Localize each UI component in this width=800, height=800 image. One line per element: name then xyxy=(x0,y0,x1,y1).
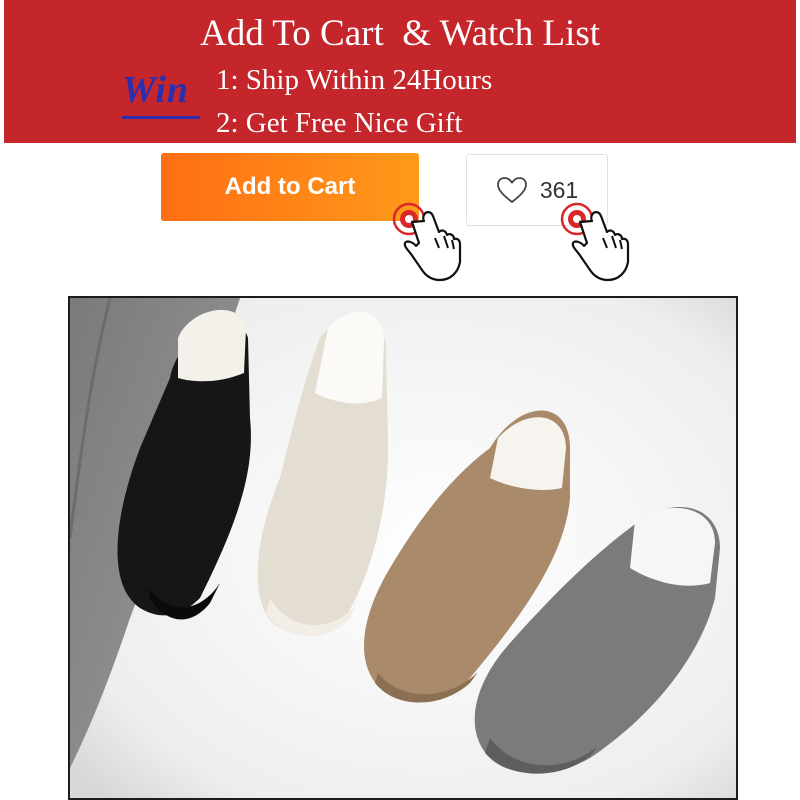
perk-shipping: 1: Ship Within 24Hours xyxy=(216,64,493,96)
add-to-cart-button[interactable]: Add to Cart xyxy=(161,153,419,221)
product-photo xyxy=(68,296,738,800)
promo-banner: Add To Cart & Watch List Win 1: Ship Wit… xyxy=(4,0,796,143)
pointing-hand-cursor-icon xyxy=(392,202,462,282)
win-label: Win xyxy=(122,69,190,111)
win-underline xyxy=(122,116,200,119)
add-to-cart-label: Add to Cart xyxy=(224,173,356,200)
heart-icon xyxy=(496,177,527,203)
pointing-hand-cursor-icon xyxy=(560,202,630,282)
perk-gift: 2: Get Free Nice Gift xyxy=(216,107,463,139)
banner-title: Add To Cart & Watch List xyxy=(199,13,601,54)
